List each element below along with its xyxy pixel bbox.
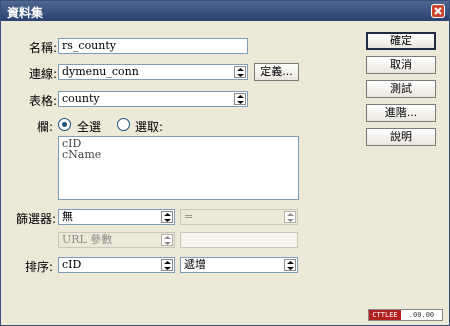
selected-columns-label: 選取:: [135, 120, 164, 134]
columns-label: 欄:: [37, 120, 54, 134]
connection-select[interactable]: dymenu_conn: [58, 64, 248, 80]
operator-select[interactable]: =: [180, 209, 298, 225]
help-button[interactable]: 說明: [366, 128, 436, 146]
watermark-badge: CTTLEE .00.00: [368, 309, 443, 321]
filter-label: 篩選器:: [16, 212, 57, 226]
sort-order-value: 遞增: [184, 258, 206, 271]
dataset-dialog: 資料集 名稱: rs_county 連線: dymenu_conn 定義... …: [0, 0, 450, 326]
all-columns-label: 全選: [77, 120, 102, 134]
radio-selected-dot: [62, 122, 67, 127]
test-button[interactable]: 測試: [366, 80, 436, 98]
title-bar: 資料集: [1, 1, 449, 21]
columns-list[interactable]: cID cName: [58, 136, 299, 200]
operator-value: =: [184, 210, 194, 223]
badge-right: .00.00: [401, 310, 442, 320]
url-parameter-value: URL 參數: [62, 233, 113, 246]
chevron-down-icon[interactable]: [161, 234, 173, 246]
list-item[interactable]: cName: [62, 149, 295, 160]
chevron-down-icon[interactable]: [284, 259, 296, 271]
filter-select[interactable]: 無: [58, 209, 175, 225]
advanced-button[interactable]: 進階...: [366, 104, 436, 122]
table-value: county: [62, 92, 100, 105]
all-columns-radio[interactable]: [58, 118, 71, 131]
sort-order-select[interactable]: 遞增: [180, 257, 298, 273]
close-icon[interactable]: [431, 4, 445, 18]
chevron-down-icon[interactable]: [234, 93, 246, 105]
url-parameter-select[interactable]: URL 參數: [58, 232, 175, 248]
filter-value: 無: [62, 210, 73, 223]
chevron-down-icon[interactable]: [161, 259, 173, 271]
badge-left: CTTLEE: [369, 310, 401, 320]
name-label: 名稱:: [29, 41, 58, 55]
chevron-down-icon[interactable]: [161, 211, 173, 223]
chevron-down-icon[interactable]: [234, 66, 246, 78]
table-label: 表格:: [29, 94, 58, 108]
selected-columns-radio[interactable]: [117, 118, 130, 131]
sort-column-value: cID: [62, 258, 82, 271]
cancel-button[interactable]: 取消: [366, 56, 436, 74]
window-title: 資料集: [7, 6, 44, 20]
connection-label: 連線:: [29, 67, 58, 81]
ok-button[interactable]: 確定: [366, 32, 436, 50]
sort-label: 排序:: [25, 260, 54, 274]
name-input[interactable]: rs_county: [58, 38, 248, 54]
sort-column-select[interactable]: cID: [58, 257, 175, 273]
define-button[interactable]: 定義...: [254, 63, 299, 81]
chevron-down-icon[interactable]: [284, 211, 296, 223]
table-select[interactable]: county: [58, 91, 248, 107]
url-parameter-input[interactable]: [180, 232, 298, 248]
connection-value: dymenu_conn: [62, 65, 139, 78]
